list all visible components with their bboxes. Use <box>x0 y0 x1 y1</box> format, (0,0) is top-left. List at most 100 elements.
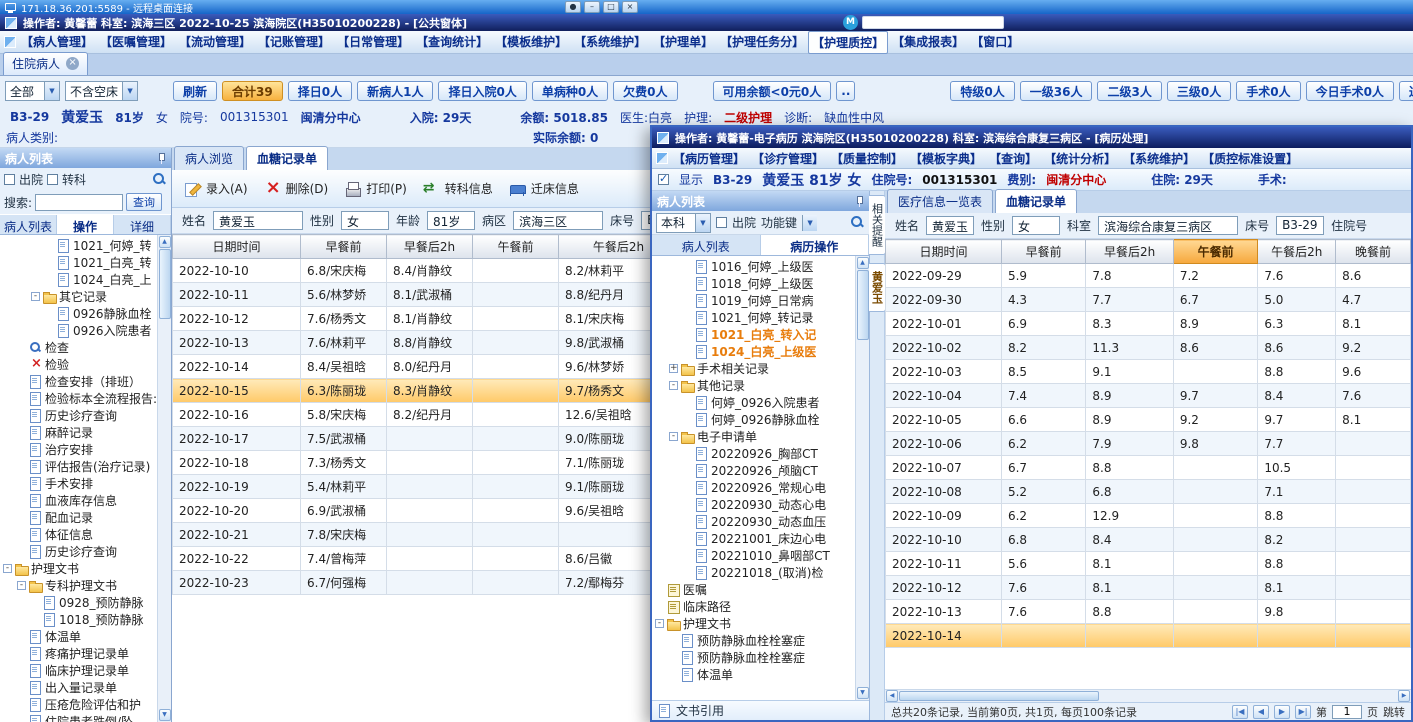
menu-item[interactable]: 【查询统计】 <box>413 31 491 54</box>
search-input[interactable] <box>35 193 124 211</box>
expander-icon[interactable] <box>17 377 26 386</box>
tree-item[interactable]: 1021_白亮_转 <box>0 254 157 271</box>
glucose-row[interactable]: 2022-10-11 5.6 8.1 8.8 <box>885 551 1411 576</box>
tree-item[interactable]: 何婷_0926静脉血栓 <box>652 411 855 428</box>
tree-item[interactable]: 血液库存信息 <box>0 492 157 509</box>
tree-item[interactable]: 检验标本全流程报告: <box>0 390 157 407</box>
age-field[interactable]: 81岁 <box>427 211 476 230</box>
column-header[interactable]: 早餐前 <box>300 234 387 259</box>
prev-page-icon[interactable]: ◀ <box>1253 704 1269 719</box>
tree-item[interactable]: 临床路径 <box>652 598 855 615</box>
expander-icon[interactable] <box>683 534 692 543</box>
tree-item[interactable]: - 其他记录 <box>652 377 855 394</box>
action-button[interactable]: 打印(P) <box>344 180 407 197</box>
glucose-row[interactable]: 2022-10-11 5.6/林梦娇 8.1/武淑桶 8.8/纪丹月 <box>172 282 679 307</box>
expander-icon[interactable] <box>17 394 26 403</box>
tree-item[interactable]: 1021_何婷_转记录 <box>652 309 855 326</box>
expander-icon[interactable]: - <box>669 432 678 441</box>
expander-icon[interactable] <box>17 462 26 471</box>
tree-item[interactable]: 1021_何婷_转 <box>0 237 157 254</box>
action-button[interactable]: 录入(A) <box>184 180 248 197</box>
chevron-down-icon[interactable]: ▼ <box>695 213 710 232</box>
negative-balance-button[interactable]: 可用余额<0元0人 <box>712 81 832 101</box>
expander-icon[interactable] <box>683 415 692 424</box>
expander-icon[interactable] <box>17 666 26 675</box>
tree-item[interactable]: 1018_何婷_上级医 <box>652 275 855 292</box>
expander-icon[interactable] <box>17 343 26 352</box>
column-header[interactable]: 早餐后2h <box>386 234 473 259</box>
tree-item[interactable]: 20221018_(取消)检 <box>652 564 855 581</box>
action-button[interactable]: 迁床信息 <box>509 180 579 197</box>
expander-icon[interactable] <box>683 313 692 322</box>
menu-item[interactable]: 【窗口】 <box>968 31 1022 54</box>
tree-item[interactable]: - 电子申请单 <box>652 428 855 445</box>
tree-item[interactable]: - 其它记录 <box>0 288 157 305</box>
tree-item[interactable]: - 护理文书 <box>652 615 855 632</box>
care-level-button[interactable]: 二级3人 <box>1097 81 1162 101</box>
glucose-row[interactable]: 2022-09-30 4.3 7.7 6.7 5.0 4.7 <box>885 287 1411 312</box>
show-checkbox[interactable] <box>658 172 669 185</box>
column-header[interactable]: 早餐前 <box>1000 239 1087 264</box>
expander-icon[interactable] <box>669 653 678 662</box>
glucose-row[interactable]: 2022-10-18 7.3/杨秀文 7.1/陈丽珑 <box>172 450 679 475</box>
transfer-checkbox[interactable] <box>47 173 59 185</box>
tree-item[interactable]: 评估报告(治疗记录) <box>0 458 157 475</box>
content-tab[interactable]: 血糖记录单 <box>246 146 329 170</box>
tree-item[interactable]: 20221001_床边心电 <box>652 530 855 547</box>
expander-icon[interactable] <box>683 347 692 356</box>
scroll-right-icon[interactable]: ▶ <box>1398 690 1410 702</box>
menu-item[interactable]: 【护理单】 <box>650 31 716 54</box>
menu-item[interactable]: 【记账管理】 <box>255 31 333 54</box>
expander-icon[interactable]: - <box>17 581 26 590</box>
expander-icon[interactable] <box>683 568 692 577</box>
care-level-button[interactable]: 特级0人 <box>950 81 1015 101</box>
document-reference-bar[interactable]: 文书引用 <box>652 700 869 720</box>
expander-icon[interactable] <box>17 649 26 658</box>
bed-filter-select[interactable]: 不含空床 ▼ <box>65 81 139 101</box>
tree-item[interactable]: 1018_预防静脉 <box>0 611 157 628</box>
tree-item[interactable]: 预防静脉血栓栓塞症 <box>652 649 855 666</box>
tree-item[interactable]: + 手术相关记录 <box>652 360 855 377</box>
minimize-icon[interactable]: – <box>584 1 600 13</box>
expander-icon[interactable] <box>17 445 26 454</box>
menu-item[interactable]: 【模板维护】 <box>492 31 570 54</box>
chevron-down-icon[interactable]: ▼ <box>802 214 818 231</box>
tree-item[interactable]: 临床护理记录单 <box>0 662 157 679</box>
expander-icon[interactable]: - <box>655 619 664 628</box>
tree-item[interactable]: 1021_白亮_转入记 <box>652 326 855 343</box>
menu-item[interactable]: 【病历管理】 <box>670 148 748 168</box>
action-button[interactable]: 转科信息 <box>423 180 493 197</box>
expander-icon[interactable] <box>17 700 26 709</box>
care-level-button[interactable]: 三级0人 <box>1166 81 1232 101</box>
ward-filter-select[interactable]: 全部 ▼ <box>5 81 60 101</box>
tree-item[interactable]: 何婷_0926入院患者 <box>652 394 855 411</box>
menu-item[interactable]: 【护理任务分】 <box>717 31 807 54</box>
pushpin-icon[interactable] <box>854 195 864 207</box>
expander-icon[interactable] <box>17 479 26 488</box>
care-level-button[interactable]: 过敏0人 <box>1398 81 1413 101</box>
scroll-down-icon[interactable]: ▼ <box>158 709 171 721</box>
glucose-row[interactable]: 2022-10-17 7.5/武淑桶 9.0/陈丽珑 <box>172 426 679 451</box>
glucose-row[interactable]: 2022-10-14 8.4/吴祖晗 8.0/纪丹月 9.6/林梦娇 <box>172 354 679 379</box>
expander-icon[interactable] <box>45 241 54 250</box>
tree-item[interactable]: 历史诊疗查询 <box>0 543 157 560</box>
tree-item[interactable]: 体征信息 <box>0 526 157 543</box>
close-icon[interactable]: × <box>622 1 638 13</box>
scroll-thumb[interactable] <box>899 691 1099 701</box>
tree-item[interactable]: - 护理文书 <box>0 560 157 577</box>
expander-icon[interactable] <box>683 449 692 458</box>
glucose-row[interactable]: 2022-10-14 <box>885 623 1411 648</box>
filter-button[interactable]: 刷新 <box>173 81 218 101</box>
care-level-button[interactable]: 手术0人 <box>1236 81 1301 101</box>
tree-item[interactable]: 配血记录 <box>0 509 157 526</box>
glucose-row[interactable]: 2022-10-04 7.4 8.9 9.7 8.4 7.6 <box>885 383 1411 408</box>
tree-item[interactable]: 出入量记录单 <box>0 679 157 696</box>
filter-button[interactable]: 择日0人 <box>287 81 353 101</box>
scrollbar-vertical[interactable]: ▲ ▼ <box>157 235 171 722</box>
expander-icon[interactable] <box>31 598 40 607</box>
expander-icon[interactable]: - <box>669 381 678 390</box>
tree-item[interactable]: 检验 <box>0 356 157 373</box>
sex-field[interactable]: 女 <box>341 211 390 230</box>
menu-item[interactable]: 【统计分析】 <box>1041 148 1119 168</box>
discharge-checkbox[interactable] <box>4 173 15 185</box>
